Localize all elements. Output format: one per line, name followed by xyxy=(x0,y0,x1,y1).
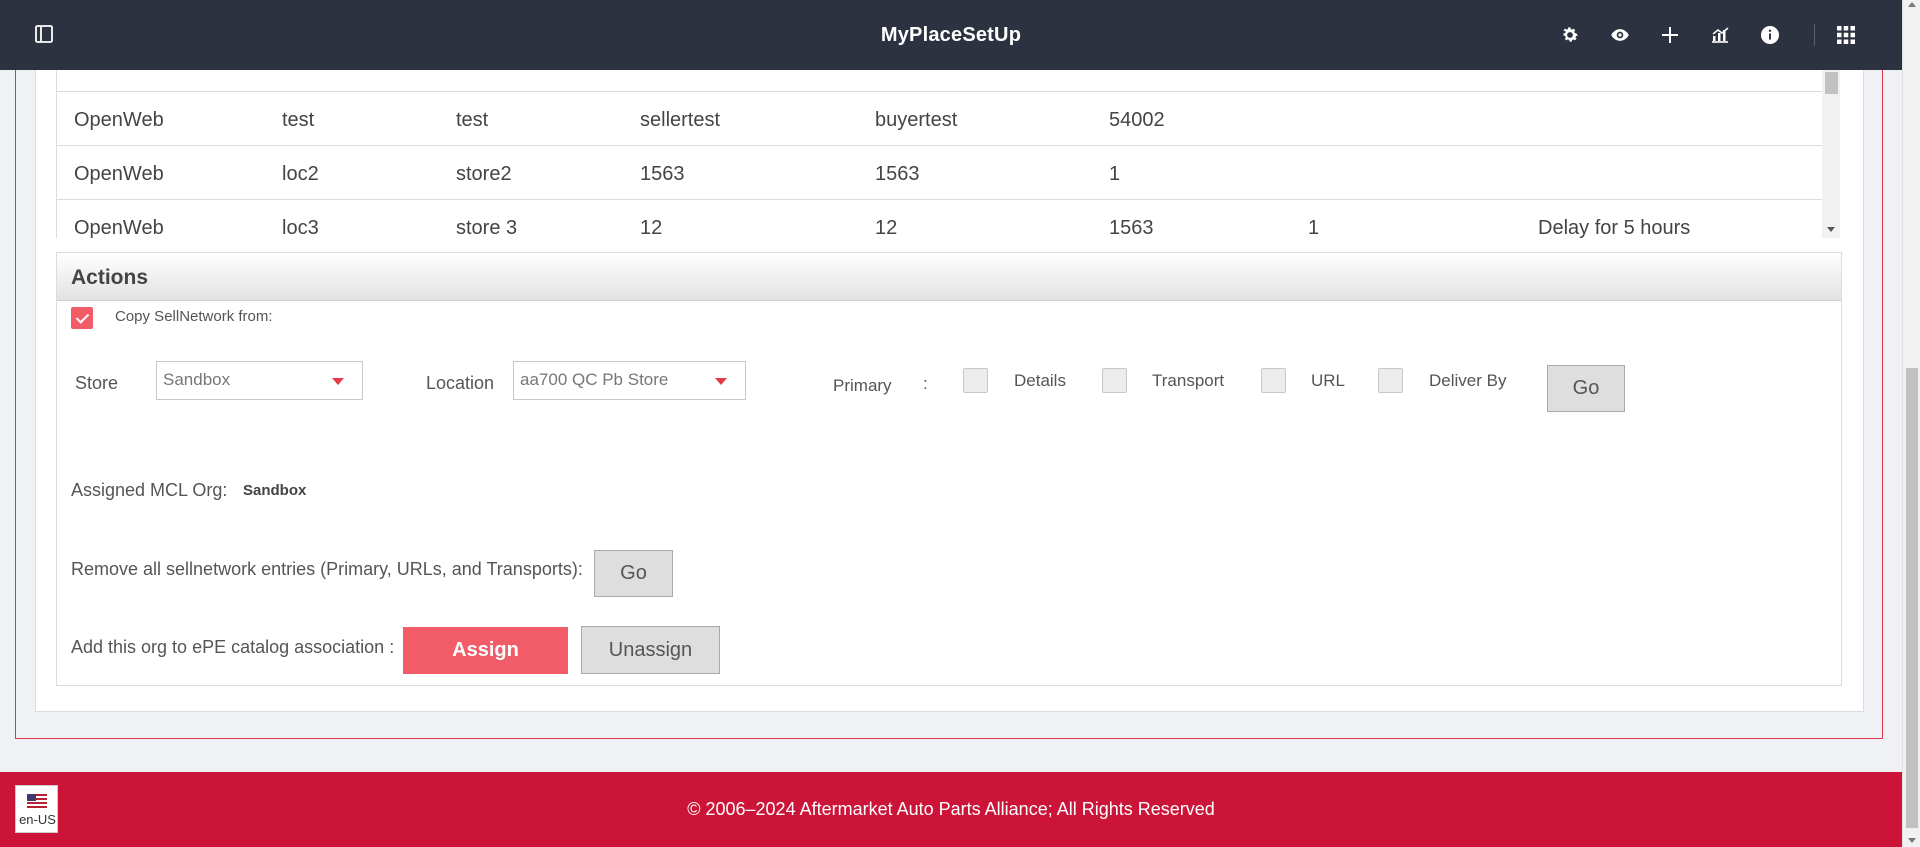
language-selector[interactable]: en-US xyxy=(15,785,58,833)
remove-entries-label: Remove all sellnetwork entries (Primary,… xyxy=(71,559,583,579)
unassign-button[interactable]: Unassign xyxy=(581,626,720,674)
analytics-icon[interactable] xyxy=(1707,22,1733,48)
store-label: Store xyxy=(75,373,119,393)
us-flag-icon xyxy=(27,794,47,808)
details-label: Details xyxy=(1014,371,1066,390)
table-cell: 1563 xyxy=(875,163,920,185)
transport-label: Transport xyxy=(1152,371,1225,390)
location-select[interactable]: aa700 QC Pb Store xyxy=(513,361,746,400)
header-divider xyxy=(1814,24,1815,46)
actions-header: Actions xyxy=(57,253,1841,301)
url-checkbox[interactable] xyxy=(1261,368,1286,393)
store-select[interactable]: Sandbox xyxy=(156,361,363,400)
plus-icon[interactable] xyxy=(1657,22,1683,48)
table-scroll-thumb[interactable] xyxy=(1825,72,1838,94)
copy-sellnetwork-checkbox[interactable] xyxy=(71,307,93,329)
table-cell: 1563 xyxy=(1109,217,1154,238)
assign-button[interactable]: Assign xyxy=(403,627,568,674)
table-cell: 1563 xyxy=(640,163,685,185)
location-label: Location xyxy=(426,373,495,393)
top-navbar: MyPlaceSetUp xyxy=(0,0,1902,70)
table-cell: buyertest xyxy=(875,109,958,131)
primary-label: Primary xyxy=(833,376,892,395)
table-cell: store 3 xyxy=(456,217,518,238)
table-cell: sellertest xyxy=(640,109,721,131)
table-cell: 12 xyxy=(875,217,898,238)
deliver-by-checkbox[interactable] xyxy=(1378,368,1403,393)
page-scroll-thumb[interactable] xyxy=(1906,368,1918,828)
gear-icon[interactable] xyxy=(1557,22,1583,48)
actions-title: Actions xyxy=(71,266,149,289)
actions-panel: Actions Copy SellNetwork from: Store San… xyxy=(56,252,1842,686)
copyright-text: © 2006–2024 Aftermarket Auto Parts Allia… xyxy=(687,799,1215,819)
table-cell: test xyxy=(456,109,489,131)
language-code: en-US xyxy=(19,812,56,827)
assigned-mcl-org-value: Sandbox xyxy=(243,482,307,499)
table-cell: OpenWeb xyxy=(74,109,164,131)
table-cell: Delay for 5 hours xyxy=(1538,217,1691,238)
table-cell: 1 xyxy=(1308,217,1320,238)
table-scroll-down-icon[interactable] xyxy=(1827,227,1835,232)
copy-sellnetwork-label: Copy SellNetwork from: xyxy=(115,308,273,325)
copy-go-button[interactable]: Go xyxy=(1547,365,1625,412)
assigned-mcl-org-label: Assigned MCL Org: xyxy=(71,480,228,500)
scroll-up-icon[interactable] xyxy=(1908,2,1916,7)
info-icon[interactable] xyxy=(1757,22,1783,48)
table-cell: test xyxy=(282,109,315,131)
table-cell: loc3 xyxy=(282,217,319,238)
url-label: URL xyxy=(1311,371,1346,390)
footer: © 2006–2024 Aftermarket Auto Parts Allia… xyxy=(0,772,1902,847)
table-cell: OpenWeb xyxy=(74,163,164,185)
eye-icon[interactable] xyxy=(1607,22,1633,48)
location-select-value: aa700 QC Pb Store xyxy=(520,370,669,389)
store-select-value: Sandbox xyxy=(163,370,231,389)
apps-grid-icon[interactable] xyxy=(1833,22,1859,48)
page-scrollbar[interactable] xyxy=(1902,0,1920,847)
details-checkbox[interactable] xyxy=(963,368,988,393)
transport-checkbox[interactable] xyxy=(1102,368,1127,393)
chevron-down-icon xyxy=(715,378,727,385)
chevron-down-icon xyxy=(332,378,344,385)
table-scrollbar[interactable] xyxy=(1822,70,1840,238)
primary-colon: : xyxy=(923,374,928,393)
catalog-association-label: Add this org to ePE catalog association … xyxy=(71,637,395,657)
table-row xyxy=(56,70,1822,92)
table-cell: store2 xyxy=(456,163,512,185)
remove-go-button[interactable]: Go xyxy=(594,550,673,597)
table-row[interactable]: OpenWeb loc3 store 3 12 12 1563 1 Delay for 5 h… xyxy=(56,200,1822,238)
table-cell: OpenWeb xyxy=(74,217,164,238)
table-cell: loc2 xyxy=(282,163,319,185)
table-cell: 54002 xyxy=(1109,109,1165,131)
deliver-by-label: Deliver By xyxy=(1429,371,1507,390)
table-cell: 12 xyxy=(640,217,663,238)
table-row[interactable]: OpenWeb loc2 store2 1563 1563 1 xyxy=(56,146,1822,200)
table-row[interactable]: OpenWeb test test sellertest buyertest 54002 xyxy=(56,92,1822,146)
table-cell: 1 xyxy=(1109,163,1121,185)
scroll-down-icon[interactable] xyxy=(1908,838,1916,843)
sellnetwork-table: OpenWeb test test sellertest buyertest 54002 O… xyxy=(56,70,1840,238)
